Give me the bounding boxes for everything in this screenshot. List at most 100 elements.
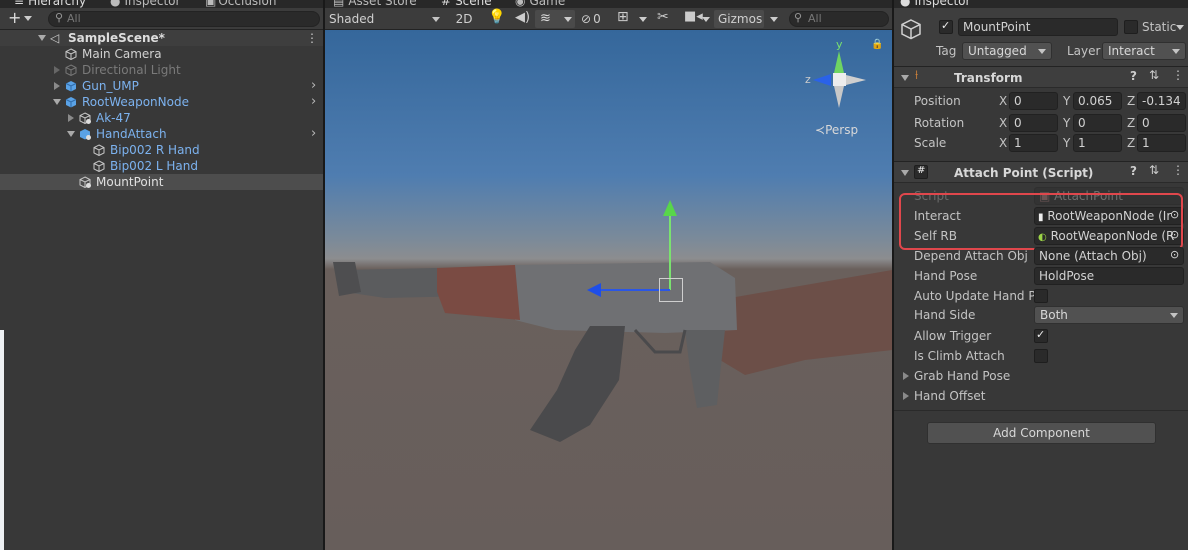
scene-name: SampleScene* [68,31,165,45]
collapsed-arrow-icon[interactable] [903,372,909,380]
tools-icon[interactable]: ✂ [657,9,669,25]
expand-arrow-icon[interactable] [38,35,46,41]
climb-attach-checkbox[interactable] [1034,349,1048,363]
position-y-field[interactable]: 0.065 [1073,92,1122,110]
dropdown-arrow-icon[interactable] [1176,25,1184,30]
hierarchy-item-gun-ump[interactable]: Gun_UMP › [0,78,323,94]
scale-y-field[interactable]: 1 [1073,134,1122,152]
climb-attach-row: Is Climb Attach [894,347,1188,365]
dropdown-arrow-icon[interactable] [639,17,647,22]
position-z-field[interactable]: -0.134 [1137,92,1186,110]
scene-search-input[interactable]: ⚲ All [789,11,889,27]
lighting-toggle-icon[interactable]: 💡 [488,9,505,25]
audio-toggle-icon[interactable]: ◀) [515,10,530,25]
dropdown-arrow-icon[interactable] [702,17,710,22]
gizmo-z-cone-icon [813,74,831,86]
gizmo-y-arrow-icon[interactable] [663,200,677,216]
camera-icon[interactable]: ■◂ [684,9,703,24]
gizmo-z-arrow-icon[interactable] [587,283,601,297]
tab-occlusion[interactable]: ▣ Occlusion [205,0,276,8]
collapsed-arrow-icon[interactable] [54,66,60,74]
rotation-x-field[interactable]: 0 [1009,114,1058,132]
hierarchy-item-bip002-r-hand[interactable]: Bip002 R Hand [0,142,323,158]
scene-viewport[interactable]: y z 🔒 ≺Persp [325,30,892,550]
tab-asset-store[interactable]: ▤ Asset Store [333,0,417,8]
scale-x-field[interactable]: 1 [1009,134,1058,152]
position-x-field[interactable]: 0 [1009,92,1058,110]
help-icon[interactable]: ? [1130,69,1137,83]
help-icon[interactable]: ? [1130,164,1137,178]
hidden-objects-toggle[interactable]: ⊘ 0 [581,10,611,28]
effects-toggle[interactable]: ≋ [535,10,575,28]
hand-side-dropdown[interactable]: Both [1034,306,1184,324]
rotation-z-field[interactable]: 0 [1137,114,1186,132]
tag-dropdown[interactable]: Untagged [962,42,1052,60]
lock-icon[interactable]: 🔒 [871,39,883,50]
collapsed-arrow-icon[interactable] [68,114,74,122]
transform-header[interactable]: ⟊ Transform ? ⇅ ⋮ [894,66,1188,88]
collapsed-arrow-icon[interactable] [54,82,60,90]
gizmos-toggle[interactable]: Gizmos [714,10,764,28]
chevron-right-icon[interactable]: › [311,78,316,94]
hierarchy-item-directional-light[interactable]: Directional Light [0,62,323,78]
expand-arrow-icon[interactable] [901,75,909,81]
hand-pose-field[interactable]: HoldPose [1034,267,1184,285]
tab-scene[interactable]: # Scene [441,0,492,8]
rotation-y-field[interactable]: 0 [1073,114,1122,132]
object-name-field[interactable]: MountPoint [958,18,1118,36]
gizmo-center-handle[interactable] [659,278,683,302]
scale-z-field[interactable]: 1 [1137,134,1186,152]
dropdown-arrow-icon[interactable] [770,17,778,22]
shading-mode-dropdown[interactable]: Shaded [327,10,445,28]
component-menu-icon[interactable]: ⋮ [1172,163,1184,177]
more-options-icon[interactable]: ⋮ [306,30,318,46]
hierarchy-item-mount-point[interactable]: MountPoint [0,174,323,190]
collapsed-arrow-icon[interactable] [903,392,909,400]
orientation-gizmo[interactable]: y z [805,38,866,112]
inspector-panel: ● Inspector ✓ MountPoint Static Tag Untag… [894,0,1188,550]
grid-toggle-icon[interactable]: ⊞ [617,9,629,25]
gizmo-x-cone-icon [846,75,866,85]
expand-arrow-icon[interactable] [67,131,75,137]
hierarchy-item-hand-attach[interactable]: HandAttach › [0,126,323,142]
hierarchy-search-input[interactable]: ⚲ All [48,11,320,27]
scene-row[interactable]: ◁ SampleScene* ⋮ [0,30,323,46]
depend-object-field[interactable]: None (Attach Obj) [1034,247,1184,265]
tab-hierarchy[interactable]: ≡ Hierarchy [14,0,86,8]
hierarchy-item-main-camera[interactable]: Main Camera [0,46,323,62]
hierarchy-item-ak47[interactable]: Ak-47 [0,110,323,126]
allow-trigger-checkbox[interactable]: ✓ [1034,328,1048,343]
script-enabled-checkbox[interactable]: # [914,165,928,179]
tab-game[interactable]: ◉ Game [515,0,565,8]
item-label: RootWeaponNode [82,95,189,109]
active-checkbox[interactable]: ✓ [939,19,953,34]
layer-dropdown[interactable]: Interact [1102,42,1186,60]
component-menu-icon[interactable]: ⋮ [1172,68,1184,82]
attach-point-header[interactable]: # Attach Point (Script) ? ⇅ ⋮ [894,161,1188,183]
auto-update-checkbox[interactable] [1034,289,1048,303]
hierarchy-item-root-weapon-node[interactable]: RootWeaponNode › [0,94,323,110]
grab-hand-pose-row[interactable]: Grab Hand Pose [894,367,1188,385]
tab-inspector[interactable]: ● Inspector [110,0,180,8]
hierarchy-item-bip002-l-hand[interactable]: Bip002 L Hand [0,158,323,174]
mode-2d-toggle[interactable]: 2D [452,10,476,28]
expand-arrow-icon[interactable] [901,170,909,176]
expand-arrow-icon[interactable] [53,99,61,105]
tab-inspector[interactable]: ● Inspector [900,0,970,8]
add-dropdown-icon[interactable] [24,16,32,21]
object-picker-icon[interactable]: ⊙ [1170,248,1179,261]
chevron-right-icon[interactable]: › [311,94,316,110]
preset-icon[interactable]: ⇅ [1149,68,1159,82]
add-component-button[interactable]: Add Component [927,422,1156,444]
info-icon: ● [900,0,911,8]
position-label: Position [914,94,961,108]
persp-label[interactable]: ≺Persp [815,123,858,137]
gamepad-icon: ◉ [515,0,526,8]
hand-offset-row[interactable]: Hand Offset [894,387,1188,405]
preset-icon[interactable]: ⇅ [1149,163,1159,177]
add-object-button[interactable]: + [8,9,21,27]
dropdown-arrow-icon [432,17,440,22]
chevron-right-icon[interactable]: › [311,126,316,142]
hierarchy-toolbar: + ⚲ All [0,8,323,30]
static-checkbox[interactable] [1124,20,1138,34]
